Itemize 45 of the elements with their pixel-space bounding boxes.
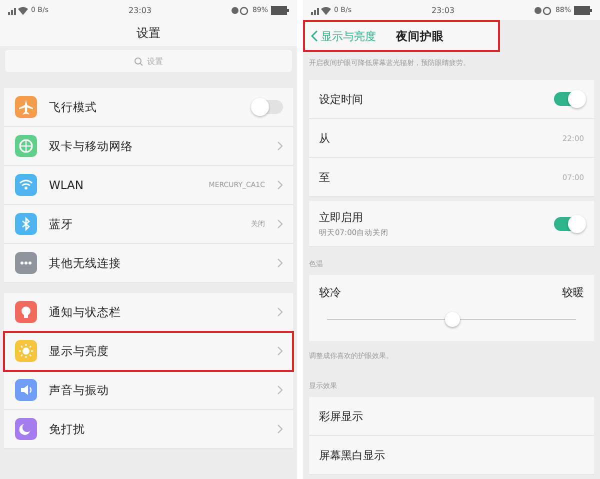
screen-title: 夜间护眼: [396, 28, 444, 44]
dots-icon: [15, 252, 37, 274]
slider-thumb[interactable]: [444, 312, 460, 327]
toggle-switch[interactable]: [554, 92, 584, 106]
settings-item[interactable]: 声音与振动: [4, 371, 293, 410]
back-icon: [311, 30, 318, 42]
slider-max-label: 较暖: [562, 285, 584, 300]
chevron-icon: [277, 424, 283, 434]
chevron-icon: [277, 141, 283, 151]
chevron-icon: [277, 180, 283, 190]
toggle-switch[interactable]: [554, 216, 584, 230]
chevron-icon: [277, 258, 283, 268]
clock-time: 23:03: [128, 6, 152, 14]
chevron-icon: [277, 346, 283, 356]
row-label: 从: [319, 130, 330, 146]
globe-icon: [15, 135, 37, 157]
signal-icon: [8, 6, 28, 14]
moon-icon: [15, 418, 37, 440]
bluetooth-icon: [15, 213, 37, 235]
signal-icon: [311, 6, 331, 14]
slider-min-label: 较冷: [319, 285, 341, 300]
toggle-switch[interactable]: [253, 100, 283, 114]
settings-item[interactable]: 显示与亮度: [4, 332, 293, 371]
sun-icon: [15, 340, 37, 362]
chevron-icon: [277, 307, 283, 317]
settings-item[interactable]: 免打扰: [4, 410, 293, 449]
airplane-icon: [15, 96, 37, 118]
battery-icon: [574, 6, 592, 14]
speaker-icon: [15, 379, 37, 401]
row-label: 屏幕黑白显示: [319, 448, 385, 462]
settings-item[interactable]: 双卡与移动网络: [4, 127, 293, 166]
settings-item[interactable]: 飞行模式: [4, 88, 293, 127]
row-label: 设定时间: [319, 92, 363, 106]
chevron-icon: [277, 385, 283, 395]
settings-item[interactable]: 其他无线连接: [4, 244, 293, 283]
row-label: 至: [319, 170, 330, 184]
wifi-icon: [15, 174, 37, 196]
row-label: 立即启用: [319, 210, 364, 224]
chevron-icon: [277, 219, 283, 229]
battery-icon: [271, 6, 289, 14]
clock-time: 23:03: [431, 6, 454, 14]
settings-item[interactable]: 通知与状态栏: [4, 293, 293, 332]
screen-title: 设置: [136, 24, 160, 42]
row-label: 彩屏显示: [319, 408, 363, 424]
search-icon: [134, 56, 143, 66]
